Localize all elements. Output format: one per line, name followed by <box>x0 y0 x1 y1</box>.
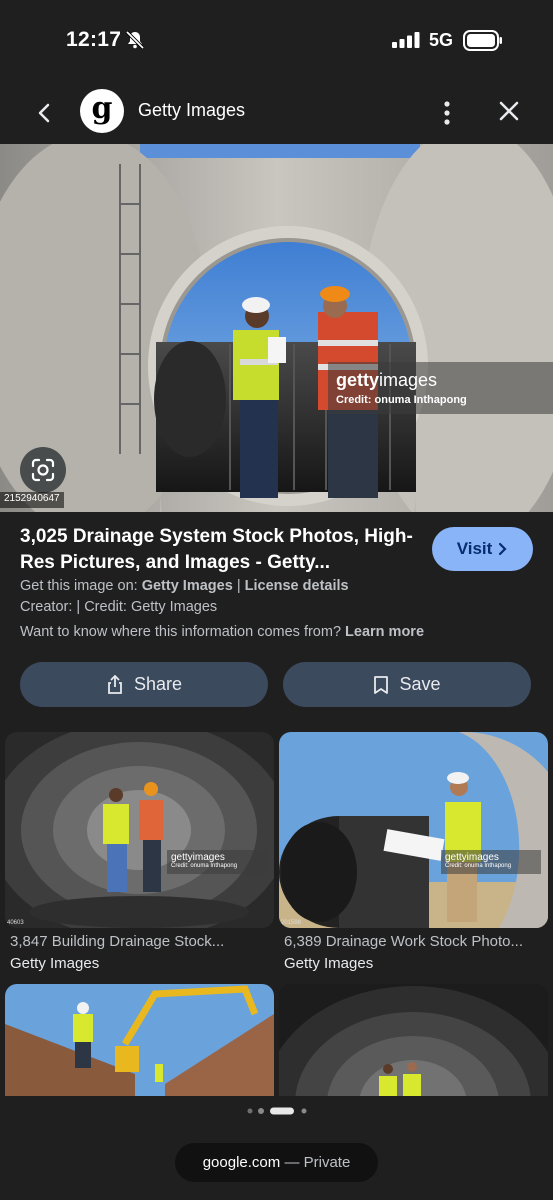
status-bar: 12:17 5G <box>0 0 553 84</box>
thumb-watermark-logo: gettyimages <box>445 852 499 863</box>
save-button[interactable]: Save <box>283 662 531 707</box>
related-image-4[interactable] <box>279 984 548 1096</box>
address-bar[interactable]: google.com — Private <box>175 1143 378 1182</box>
clock: 12:17 <box>66 28 122 51</box>
creator-line: Creator: | Credit: Getty Images <box>20 599 218 615</box>
battery-icon <box>463 30 502 51</box>
site-title: Getty Images <box>138 100 246 120</box>
thumb-watermark: gettyimages Credit: onuma Inthapong <box>167 850 267 874</box>
license-details-link[interactable]: License details <box>245 578 349 594</box>
lens-icon <box>31 458 55 482</box>
thumb-watermark-credit: Credit: onuma Inthapong <box>445 863 512 869</box>
share-button[interactable]: Share <box>20 662 268 707</box>
back-icon[interactable] <box>30 98 60 128</box>
related-caption-1[interactable]: 3,847 Building Drainage Stock... <box>10 933 272 950</box>
bell-off-icon <box>125 30 145 50</box>
close-icon[interactable] <box>494 96 524 126</box>
thumb-watermark: gettyimages Credit: onuma Inthapong <box>441 850 541 874</box>
info-source-line: Want to know where this information come… <box>20 624 424 640</box>
learn-more-link[interactable]: Learn more <box>345 624 424 640</box>
get-image-line: Get this image on: Getty Images | Licens… <box>20 578 349 594</box>
domain-separator: — <box>284 1154 300 1171</box>
image-id: 2152940647 <box>0 492 64 508</box>
related-source-1: Getty Images <box>10 955 100 972</box>
private-mode-label: Private <box>303 1154 351 1171</box>
get-image-source-link[interactable]: Getty Images <box>142 578 233 594</box>
source-header: g Getty Images <box>0 84 553 144</box>
lens-search-button[interactable] <box>20 447 66 493</box>
related-image-1[interactable]: gettyimages Credit: onuma Inthapong 4060… <box>5 732 274 928</box>
save-label: Save <box>399 674 441 694</box>
thumb-image-id: 40603 <box>7 920 24 926</box>
getty-logo: g <box>80 89 124 133</box>
share-label: Share <box>133 674 183 694</box>
thumb-watermark-logo: gettyimages <box>171 852 225 863</box>
signal-icon <box>392 32 420 48</box>
related-image-2[interactable]: gettyimages Credit: onuma Inthapong 2015… <box>279 732 548 928</box>
share-icon <box>108 674 122 694</box>
related-caption-2[interactable]: 6,389 Drainage Work Stock Photo... <box>284 933 546 950</box>
thumb-image-id: 201598 <box>281 920 302 926</box>
related-image-3[interactable] <box>5 984 274 1096</box>
visit-button[interactable]: Visit <box>432 527 533 571</box>
get-image-prefix: Get this image on: <box>20 578 138 594</box>
more-options-icon[interactable] <box>434 98 460 128</box>
bookmark-icon <box>374 675 389 694</box>
info-question: Want to know where this information come… <box>20 624 342 640</box>
network-type: 5G <box>429 30 454 50</box>
watermark-logo-b: images <box>379 370 438 390</box>
logo-letter: g <box>91 91 113 126</box>
visit-label: Visit <box>456 539 493 558</box>
domain-text: google.com <box>202 1154 281 1171</box>
watermark-credit: Credit: onuma Inthapong <box>336 394 467 406</box>
page-indicator <box>247 1107 307 1115</box>
watermark-logo-a: getty <box>336 370 380 390</box>
chevron-right-icon <box>499 542 507 556</box>
related-source-2: Getty Images <box>284 955 374 972</box>
result-title[interactable]: 3,025 Drainage System Stock Photos, High… <box>20 524 420 576</box>
getty-watermark: gettyimages Credit: onuma Inthapong <box>328 362 553 414</box>
separator: | <box>236 578 241 594</box>
thumb-watermark-credit: Credit: onuma Inthapong <box>171 863 238 869</box>
main-image[interactable]: gettyimages Credit: onuma Inthapong 2152… <box>0 144 553 512</box>
